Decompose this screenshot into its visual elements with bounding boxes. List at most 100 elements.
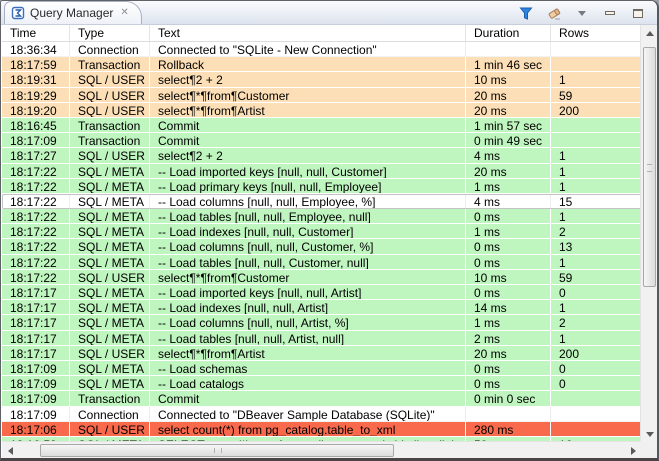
- cell-rows: 15: [551, 194, 642, 209]
- cell-type: SQL / USER: [70, 88, 150, 103]
- cell-duration: 0 min 49 sec: [466, 133, 551, 148]
- column-header-type[interactable]: Type: [70, 25, 150, 41]
- table-row[interactable]: 18:36:34ConnectionConnected to "SQLite -…: [2, 42, 642, 57]
- table-row[interactable]: 18:17:17SQL / META-- Load indexes [null,…: [2, 300, 642, 315]
- cell-rows: 0: [551, 376, 642, 391]
- cell-duration: 0 ms: [466, 255, 551, 270]
- cell-time: 18:36:34: [2, 42, 70, 57]
- cell-text: select¶*¶from¶Customer: [150, 88, 466, 103]
- table-row[interactable]: 18:17:17SQL / USERselect¶*¶from¶Artist20…: [2, 346, 642, 361]
- cell-duration: 0 ms: [466, 239, 551, 254]
- table-body: 18:36:34 Connection Connected to "SQLite -…: [2, 42, 642, 443]
- cell-type: SQL / META: [70, 239, 150, 254]
- table-row[interactable]: 18:17:09SQL / META-- Load catalogs0 ms0: [2, 376, 642, 391]
- table-row[interactable]: 18:17:22SQL / META-- Load primary keys […: [2, 179, 642, 194]
- minimize-icon[interactable]: [601, 4, 619, 22]
- table-row[interactable]: 18:17:27SQL / USERselect¶2 + 24 ms1: [2, 148, 642, 163]
- cell-text: Connected to "SQLite - New Connection": [150, 42, 466, 57]
- table-row[interactable]: 18:17:22SQL / META-- Load columns [null,…: [2, 239, 642, 254]
- table-row[interactable]: 18:17:09SQL / META-- Load schemas0 ms0: [2, 361, 642, 376]
- cell-time: 18:17:22: [2, 179, 70, 194]
- table-row[interactable]: 18:17:17SQL / META-- Load tables [null, …: [2, 331, 642, 346]
- table-row[interactable]: 18:17:22SQL / META-- Load tables [null, …: [2, 209, 642, 224]
- cell-rows: 59: [551, 88, 642, 103]
- filter-icon[interactable]: [517, 4, 535, 22]
- scrollbar-corner: [640, 441, 657, 458]
- column-header-text[interactable]: Text: [150, 25, 466, 41]
- cell-time: 18:17:22: [2, 209, 70, 224]
- cell-text: -- Load columns [null, null, Artist, %]: [150, 315, 466, 330]
- column-header-rows[interactable]: Rows: [551, 25, 642, 41]
- table-row[interactable]: 18:19:20SQL / USERselect¶*¶from¶Artist20…: [2, 103, 642, 118]
- table-row[interactable]: 18:17:09TransactionCommit0 min 0 sec: [2, 391, 642, 406]
- cell-duration: 1 ms: [466, 224, 551, 239]
- vertical-scrollbar-thumb[interactable]: [643, 47, 656, 287]
- cell-time: 18:16:45: [2, 118, 70, 133]
- cell-duration: 14 ms: [466, 300, 551, 315]
- table-row[interactable]: 18:19:31SQL / USERselect¶2 + 210 ms1: [2, 72, 642, 87]
- cell-type: SQL / META: [70, 255, 150, 270]
- tab-close-icon[interactable]: ✕: [118, 7, 130, 19]
- table-row[interactable]: 18:17:22SQL / META-- Load tables [null, …: [2, 255, 642, 270]
- cell-time: 18:19:20: [2, 103, 70, 118]
- cell-rows: 200: [551, 346, 642, 361]
- table-row[interactable]: 18:17:06SQL / USERselect count(*) from p…: [2, 422, 642, 437]
- vertical-scrollbar[interactable]: [640, 25, 657, 443]
- table-header-row: TimeTypeTextDurationRows: [2, 25, 642, 42]
- cell-rows: [551, 57, 642, 72]
- cell-type: Transaction: [70, 133, 150, 148]
- cell-type: SQL / META: [70, 194, 150, 209]
- table-row[interactable]: 18:17:17SQL / META-- Load columns [null,…: [2, 315, 642, 330]
- cell-text: -- Load columns [null, null, Employee, %…: [150, 194, 466, 209]
- cell-rows: 2: [551, 315, 642, 330]
- cell-type: Connection: [70, 407, 150, 422]
- horizontal-scrollbar-thumb[interactable]: [40, 444, 394, 457]
- cell-rows: 13: [551, 239, 642, 254]
- cell-type: SQL / META: [70, 331, 150, 346]
- cell-rows: [551, 407, 642, 422]
- cell-duration: 2 ms: [466, 331, 551, 346]
- cell-type: SQL / META: [70, 209, 150, 224]
- table-row[interactable]: 18:17:59TransactionRollback1 min 46 sec: [2, 57, 642, 72]
- cell-type: SQL / META: [70, 376, 150, 391]
- tab-query-manager[interactable]: Query Manager ✕: [4, 1, 142, 24]
- cell-text: -- Load tables [null, null, Artist, null…: [150, 331, 466, 346]
- scroll-left-icon[interactable]: [2, 442, 19, 459]
- view-menu-icon[interactable]: [573, 4, 591, 22]
- cell-duration: 10 ms: [466, 270, 551, 285]
- table-row[interactable]: 18:17:09ConnectionConnected to "DBeaver …: [2, 407, 642, 422]
- column-header-time[interactable]: Time: [2, 25, 70, 41]
- maximize-icon[interactable]: [629, 4, 647, 22]
- cell-rows: [551, 133, 642, 148]
- cell-text: Commit: [150, 118, 466, 133]
- table-row[interactable]: 18:17:22SQL / META-- Load columns [null,…: [2, 194, 642, 209]
- table-row[interactable]: 18:17:22SQL / USERselect¶*¶from¶Customer…: [2, 270, 642, 285]
- query-log-table: TimeTypeTextDurationRows 18:36:34 Connect…: [2, 25, 657, 458]
- cell-duration: 1 min 46 sec: [466, 57, 551, 72]
- cell-rows: 1: [551, 148, 642, 163]
- cell-type: SQL / META: [70, 285, 150, 300]
- column-header-duration[interactable]: Duration: [466, 25, 551, 41]
- cell-text: select¶*¶from¶Artist: [150, 103, 466, 118]
- table-row[interactable]: 18:17:22SQL / META-- Load indexes [null,…: [2, 224, 642, 239]
- cell-type: SQL / USER: [70, 422, 150, 437]
- table-row[interactable]: 18:17:22SQL / META-- Load imported keys …: [2, 164, 642, 179]
- cell-rows: 0: [551, 285, 642, 300]
- cell-time: 18:17:17: [2, 331, 70, 346]
- cell-type: SQL / USER: [70, 346, 150, 361]
- cell-rows: 1: [551, 179, 642, 194]
- table-row[interactable]: 18:19:29SQL / USERselect¶*¶from¶Customer…: [2, 88, 642, 103]
- scroll-up-icon[interactable]: [641, 25, 658, 42]
- cell-text: -- Load primary keys [null, null, Employ…: [150, 179, 466, 194]
- horizontal-scrollbar[interactable]: [2, 441, 642, 458]
- table-row[interactable]: 18:17:17SQL / META-- Load imported keys …: [2, 285, 642, 300]
- cell-text: -- Load tables [null, null, Employee, nu…: [150, 209, 466, 224]
- table-row[interactable]: 18:16:45TransactionCommit1 min 57 sec: [2, 118, 642, 133]
- table-row[interactable]: 18:17:09TransactionCommit0 min 49 sec: [2, 133, 642, 148]
- eraser-clear-icon[interactable]: [545, 4, 563, 22]
- cell-duration: [466, 407, 551, 422]
- cell-text: -- Load schemas: [150, 361, 466, 376]
- cell-type: Transaction: [70, 391, 150, 406]
- cell-text: Rollback: [150, 57, 466, 72]
- cell-type: SQL / USER: [70, 270, 150, 285]
